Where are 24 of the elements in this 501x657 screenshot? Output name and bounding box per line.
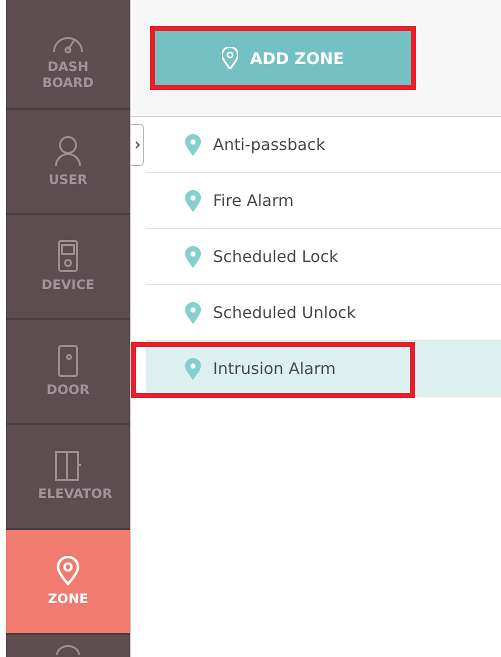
nav-item[interactable]: ZONE bbox=[6, 530, 130, 633]
nav-item[interactable]: DOOR bbox=[6, 320, 130, 423]
location-pin-icon bbox=[185, 134, 201, 156]
elevator-icon bbox=[54, 450, 82, 480]
nav-icon bbox=[53, 645, 83, 655]
nav-item[interactable]: DASH BOARD bbox=[6, 0, 130, 108]
location-pin-icon bbox=[185, 246, 201, 268]
zone-list-item[interactable]: Anti-passback bbox=[146, 117, 501, 173]
add-zone-button[interactable]: ADD ZONE bbox=[155, 31, 411, 85]
user-icon bbox=[53, 134, 83, 166]
location-pin-icon bbox=[56, 556, 80, 586]
door-icon bbox=[57, 344, 79, 376]
collapse-handle[interactable] bbox=[131, 124, 144, 166]
chevron-right-icon bbox=[134, 141, 140, 149]
location-pin-icon bbox=[185, 190, 201, 212]
nav-item[interactable]: ELEVATOR bbox=[6, 425, 130, 528]
location-pin-icon bbox=[185, 358, 201, 380]
nav-item[interactable]: DEVICE bbox=[6, 215, 130, 318]
nav-item[interactable]: USER bbox=[6, 110, 130, 213]
zone-list-item[interactable]: Fire Alarm bbox=[146, 173, 501, 229]
location-pin-icon bbox=[185, 302, 201, 324]
location-pin-icon bbox=[222, 47, 238, 69]
device-icon bbox=[57, 240, 79, 272]
zone-list-item[interactable]: Scheduled Lock bbox=[146, 229, 501, 285]
